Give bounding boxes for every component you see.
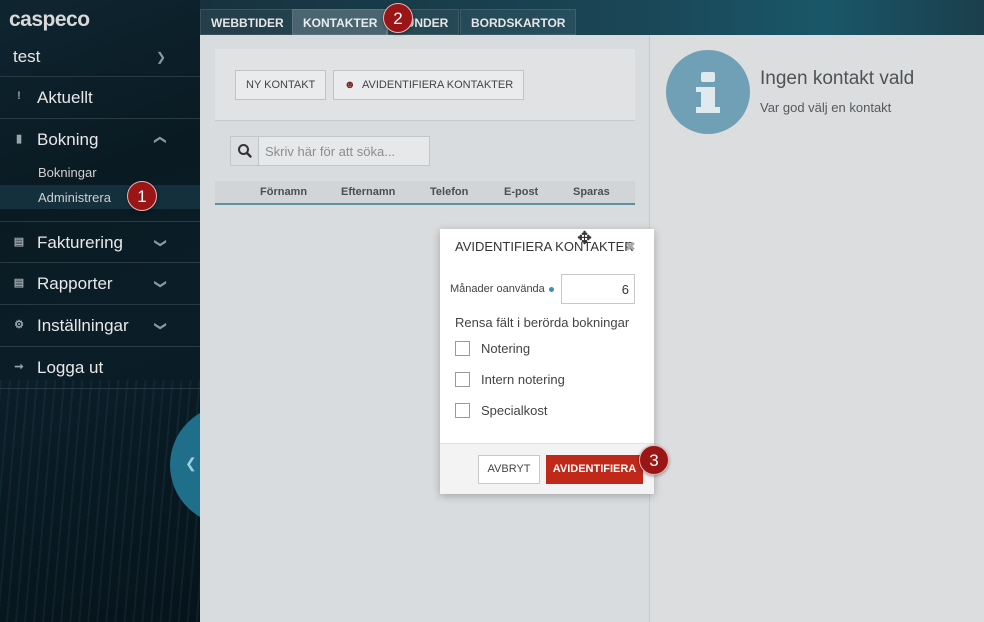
tab-kontakter[interactable]: KONTAKTER — [292, 9, 389, 35]
move-cursor-icon: ✥ — [577, 228, 593, 248]
contact-detail-pane: Ingen kontakt vald Var god välj en konta… — [649, 35, 984, 622]
search-icon — [231, 137, 259, 165]
tab-webbtider[interactable]: WEBBTIDER — [200, 9, 295, 35]
sidebar-item-aktuellt[interactable]: ! Aktuellt — [0, 77, 200, 119]
no-contact-subtitle: Var god välj en kontakt — [760, 100, 892, 115]
column-header-lastname[interactable]: Efternamn — [341, 186, 395, 198]
user-remove-icon: ☻ — [344, 79, 356, 91]
anonymize-contacts-button[interactable]: ☻ AVIDENTIFIERA KONTAKTER — [333, 70, 525, 100]
document-icon: ▤ — [13, 277, 25, 289]
chevron-down-icon: ❯ — [154, 320, 169, 332]
user-menu[interactable]: test ❯ — [0, 37, 200, 77]
clear-fields-heading: Rensa fält i berörda bokningar — [455, 315, 630, 330]
close-icon[interactable]: ✖ — [625, 239, 636, 255]
step-marker-2: 2 — [383, 3, 413, 33]
chevron-up-icon: ❯ — [152, 134, 167, 146]
sidebar-item-fakturering[interactable]: ▤ Fakturering ❯ — [0, 221, 200, 263]
checkbox-label: Notering — [481, 341, 531, 356]
sidebar-item-label: Bokning — [37, 130, 99, 149]
search-input[interactable] — [261, 137, 426, 165]
chevron-left-icon: ❮ — [185, 455, 197, 471]
sidebar-item-label: Rapporter — [37, 274, 113, 293]
new-contact-button[interactable]: NY KONTAKT — [235, 70, 327, 100]
sidebar-item-bokning[interactable]: ▮ Bokning ❯ — [0, 119, 200, 161]
cancel-button[interactable]: AVBRYT — [478, 455, 540, 484]
top-tab-bar: WEBBTIDER KONTAKTER KUNDER BORDSKARTOR — [200, 0, 984, 35]
sidebar-background — [0, 380, 200, 622]
anonymize-confirm-button[interactable]: AVIDENTIFIERA — [546, 455, 643, 484]
column-header-phone[interactable]: Telefon — [430, 186, 468, 198]
chevron-down-icon: ❯ — [154, 237, 169, 249]
contacts-toolbar: NY KONTAKT ☻ AVIDENTIFIERA KONTAKTER — [215, 49, 635, 121]
months-unused-label: Månader oanvända — [450, 283, 545, 295]
sidebar-item-rapporter[interactable]: ▤ Rapporter ❯ — [0, 263, 200, 305]
sidebar-item-logga-ut[interactable]: ➞ Logga ut — [0, 347, 200, 389]
checkbox[interactable] — [455, 372, 470, 387]
tab-bordskartor[interactable]: BORDSKARTOR — [460, 9, 577, 35]
sidebar-item-label: Fakturering — [37, 233, 123, 252]
required-indicator-icon — [549, 287, 554, 292]
sidebar-subitem-label: Bokningar — [38, 165, 97, 180]
anonymize-contacts-label: AVIDENTIFIERA KONTAKTER — [362, 79, 514, 91]
sidebar-subitem-administrera[interactable]: Administrera — [0, 185, 200, 209]
step-marker-1: 1 — [127, 181, 157, 211]
sidebar-item-label: Inställningar — [37, 316, 129, 335]
months-unused-input[interactable] — [561, 274, 635, 304]
anonymize-dialog: AVIDENTIFIERA KONTAKTER ✖ Månader oanvän… — [440, 229, 654, 494]
book-icon: ▮ — [15, 133, 23, 145]
user-name: test — [13, 47, 41, 66]
dialog-title: AVIDENTIFIERA KONTAKTER — [455, 239, 634, 254]
checkbox[interactable] — [455, 341, 470, 356]
exclamation-icon: ! — [17, 90, 21, 102]
chevron-down-icon: ❯ — [156, 50, 167, 64]
gear-icon: ⚙ — [14, 319, 24, 331]
checkbox-label: Specialkost — [481, 403, 548, 418]
step-marker-3: 3 — [639, 445, 669, 475]
checkbox-label: Intern notering — [481, 372, 565, 387]
checkbox[interactable] — [455, 403, 470, 418]
app-logo: caspeco — [9, 8, 90, 31]
column-header-email[interactable]: E-post — [504, 186, 538, 198]
column-header-saved[interactable]: Sparas — [573, 186, 610, 198]
sign-out-icon: ➞ — [14, 361, 24, 373]
chevron-down-icon: ❯ — [154, 278, 169, 290]
sidebar-item-label: Aktuellt — [37, 88, 93, 107]
sidebar-subitem-bokningar[interactable]: Bokningar — [0, 160, 200, 184]
sidebar-item-label: Logga ut — [37, 358, 104, 377]
sidebar-item-installningar[interactable]: ⚙ Inställningar ❯ — [0, 305, 200, 347]
search-box — [230, 136, 430, 166]
bank-icon: ▤ — [13, 236, 25, 248]
sidebar: ❮ caspeco test ❯ ! Aktuellt ▮ Bokning ❯ … — [0, 0, 200, 622]
column-header-firstname[interactable]: Förnamn — [260, 186, 307, 198]
no-contact-title: Ingen kontakt vald — [760, 68, 915, 89]
dialog-footer: AVBRYT AVIDENTIFIERA — [440, 443, 654, 494]
sidebar-subitem-label: Administrera — [38, 190, 111, 205]
info-icon — [666, 50, 750, 134]
contacts-table-header: Förnamn Efternamn Telefon E-post Sparas — [215, 181, 635, 205]
